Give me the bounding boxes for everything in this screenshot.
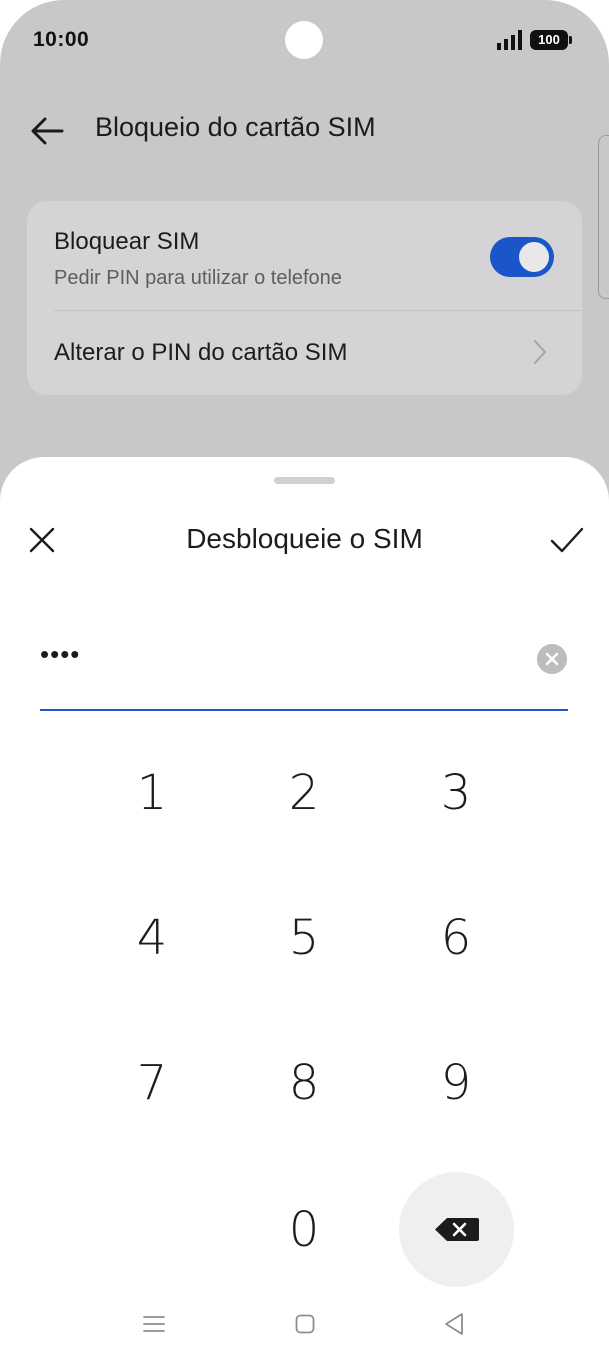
- sim-settings-card: Bloquear SIM Pedir PIN para utilizar o t…: [27, 201, 582, 395]
- divider: [54, 310, 582, 311]
- pin-input[interactable]: ••••: [40, 639, 80, 670]
- key-7[interactable]: 7: [102, 1043, 202, 1123]
- lock-sim-toggle[interactable]: [490, 237, 554, 277]
- pin-input-underline: [40, 709, 568, 711]
- menu-icon[interactable]: [143, 1314, 165, 1334]
- key-4[interactable]: 4: [102, 898, 202, 978]
- key-0[interactable]: 0: [254, 1190, 354, 1270]
- triangle-back-icon[interactable]: [443, 1312, 465, 1336]
- battery-icon: 100: [530, 30, 572, 50]
- backspace-icon: [435, 1218, 479, 1241]
- home-icon[interactable]: [295, 1314, 315, 1334]
- clear-circle-icon[interactable]: [537, 644, 567, 674]
- dialog-title: Desbloqueie o SIM: [186, 523, 423, 554]
- side-scroll-indicator: [598, 135, 609, 299]
- key-6[interactable]: 6: [406, 898, 506, 978]
- status-time: 10:00: [33, 28, 90, 51]
- key-5[interactable]: 5: [254, 898, 354, 978]
- arrow-left-icon[interactable]: [30, 114, 64, 148]
- unlock-sim-sheet: Desbloqueie o SIM •••• 1 2 3 4 5 6 7 8 9…: [0, 457, 609, 1362]
- lock-sim-title: Bloquear SIM: [54, 228, 200, 255]
- page-title: Bloqueio do cartão SIM: [95, 112, 376, 142]
- check-icon[interactable]: [550, 525, 584, 555]
- battery-level: 100: [538, 32, 560, 47]
- chevron-right-icon: [534, 340, 546, 364]
- key-1[interactable]: 1: [102, 753, 202, 833]
- camera-cutout: [285, 21, 323, 59]
- signal-icon: [497, 30, 522, 50]
- key-8[interactable]: 8: [254, 1043, 354, 1123]
- key-3[interactable]: 3: [406, 753, 506, 833]
- backspace-button[interactable]: [399, 1172, 514, 1287]
- key-9[interactable]: 9: [406, 1043, 506, 1123]
- toggle-knob: [519, 242, 549, 272]
- sheet-drag-handle[interactable]: [274, 477, 335, 484]
- key-2[interactable]: 2: [254, 753, 354, 833]
- change-pin-title: Alterar o PIN do cartão SIM: [54, 339, 348, 366]
- screen: 10:00 100 Bloqueio do cartão SIM Bloquea…: [0, 0, 609, 1362]
- lock-sim-subtitle: Pedir PIN para utilizar o telefone: [54, 267, 342, 289]
